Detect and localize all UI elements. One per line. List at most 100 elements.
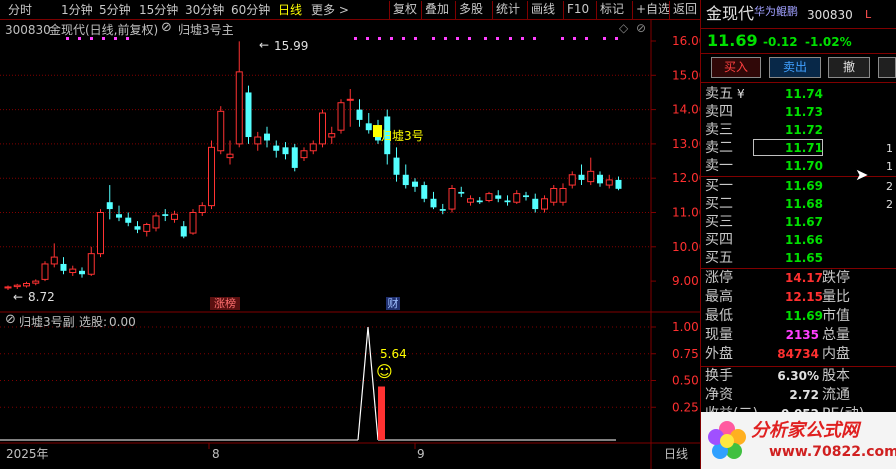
kline-chart[interactable]: 16.0015.0014.0013.0012.0011.0010.009.00 …: [0, 20, 700, 469]
multi-stock-button[interactable]: 多股: [455, 1, 486, 19]
candle-body-up: [23, 283, 30, 287]
stat-label: 净资: [705, 387, 733, 403]
candle-body-up: [208, 146, 215, 207]
sub-tick-label: 0.25: [672, 400, 699, 414]
watermark-title: 分析家公式网: [751, 420, 859, 441]
signal-dot: [78, 37, 81, 40]
edge-digit: 1: [886, 160, 893, 173]
signal-dot: [521, 37, 524, 40]
period-toolbar: 分时 1分钟 5分钟 15分钟 30分钟 60分钟 日线 更多 > 复权 叠加 …: [0, 0, 702, 20]
candle-body-up: [309, 143, 317, 152]
sell-button[interactable]: 卖出: [769, 57, 821, 78]
stat-value: 84734: [777, 347, 819, 361]
ask-price[interactable]: 11.74: [785, 86, 823, 103]
low-price-label: 8.72: [28, 290, 55, 304]
low-price-label-prefix: ←: [13, 290, 24, 304]
f10-button[interactable]: F10: [563, 1, 592, 19]
candle-body-down: [421, 185, 428, 199]
candle-body-up: [235, 71, 243, 145]
x-axis-month-sep: 9: [417, 447, 425, 461]
stat-value: 2135: [785, 328, 819, 342]
candle-body-up: [448, 187, 456, 210]
period-tab-1min[interactable]: 1分钟: [61, 3, 93, 17]
last-price: 11.69: [707, 31, 758, 50]
price-tick-label: 11.00: [672, 206, 700, 220]
signal-dot: [414, 37, 417, 40]
signal-dot: [390, 37, 393, 40]
candle-body-up: [485, 193, 493, 201]
period-tab-5min[interactable]: 5分钟: [99, 3, 131, 17]
finance-badge[interactable]: 财: [386, 297, 400, 310]
watermark-logo: 分析家公式网 www.70822.com: [701, 412, 896, 469]
ask-price[interactable]: 11.72: [785, 122, 823, 139]
ask-label: 卖三: [705, 122, 733, 138]
quote-stock-name: 金现代: [706, 4, 755, 23]
signal-dot: [354, 37, 357, 40]
candle-body-up: [87, 253, 95, 275]
divider: [701, 366, 896, 367]
stat-label: 内盘: [822, 346, 850, 362]
period-tab-daily[interactable]: 日线: [278, 3, 302, 17]
ask-price[interactable]: 11.70: [785, 158, 823, 175]
stat-label: 涨停: [705, 270, 733, 286]
bid-price[interactable]: 11.66: [785, 232, 823, 249]
fuquan-button[interactable]: 复权: [389, 1, 420, 19]
period-tab-15min[interactable]: 15分钟: [139, 3, 178, 17]
candle-body-down: [264, 133, 270, 141]
candle-body-up: [559, 187, 567, 203]
sub-indicator-menu-icon[interactable]: ⊘: [5, 313, 16, 327]
x-axis-year: 2025年: [6, 447, 49, 461]
buy-button[interactable]: 买入: [711, 57, 761, 78]
quote-suffix: L: [865, 8, 872, 21]
mark-button[interactable]: 标记: [596, 1, 627, 19]
bid-label: 买五: [705, 250, 733, 266]
signal-dot: [102, 37, 105, 40]
sub-indicator-series: [0, 326, 616, 441]
cancel-order-button[interactable]: 撤: [828, 57, 870, 78]
bid-price[interactable]: 11.68: [785, 196, 823, 213]
overlay-button[interactable]: 叠加: [421, 1, 452, 19]
bid-label: 买三: [705, 214, 733, 230]
candle-body-down: [523, 195, 529, 198]
candle-body-down: [106, 202, 113, 210]
edge-digit: 1: [886, 142, 893, 155]
zhangbang-badge[interactable]: 涨榜: [210, 297, 240, 310]
candle-body-up: [467, 198, 474, 203]
candle-body-up: [4, 286, 12, 289]
stat-label: 流通: [822, 387, 850, 403]
divider: [701, 268, 896, 269]
candle-body-down: [458, 191, 465, 194]
add-watchlist-button[interactable]: +自选: [632, 1, 673, 19]
more-order-button[interactable]: [878, 57, 896, 78]
bid-price[interactable]: 11.69: [785, 178, 823, 195]
period-tab-30min[interactable]: 30分钟: [185, 3, 224, 17]
signal-dot: [444, 37, 447, 40]
stat-label: 跌停: [822, 270, 850, 286]
concept-badge[interactable]: 华为鲲鹏: [754, 3, 798, 20]
stat-label: 总量: [822, 327, 850, 343]
period-tab-timeshare[interactable]: 分时: [8, 3, 32, 17]
bid-price[interactable]: 11.67: [785, 214, 823, 231]
signal-dot: [114, 37, 117, 40]
ask-mark: ¥: [737, 87, 745, 101]
sub-panel-axis: 1.00 0.75 0.50 0.25: [0, 320, 699, 414]
period-tab-more[interactable]: 更多 >: [311, 3, 349, 17]
bid-price[interactable]: 11.65: [785, 250, 823, 267]
candle-body-up: [143, 224, 151, 232]
high-price-label-prefix: ←: [259, 38, 270, 52]
x-axis-month-aug: 8: [212, 447, 220, 461]
candle-body-up: [550, 187, 558, 203]
stat-value: 14.17: [785, 271, 823, 285]
draw-line-button[interactable]: 画线: [527, 1, 558, 19]
period-tab-60min[interactable]: 60分钟: [231, 3, 270, 17]
ask-price[interactable]: 11.71: [785, 140, 823, 157]
ask-price[interactable]: 11.73: [785, 104, 823, 121]
candle-body-down: [162, 214, 169, 216]
signal-dot: [432, 37, 435, 40]
quote-stock-code: 300830: [807, 8, 853, 22]
signal-dot: [533, 37, 536, 40]
signal-dot: [585, 37, 588, 40]
sub-indicator-name[interactable]: 归墟3号副: [19, 315, 75, 329]
back-button[interactable]: 返回: [669, 1, 702, 19]
statistics-button[interactable]: 统计: [492, 1, 523, 19]
